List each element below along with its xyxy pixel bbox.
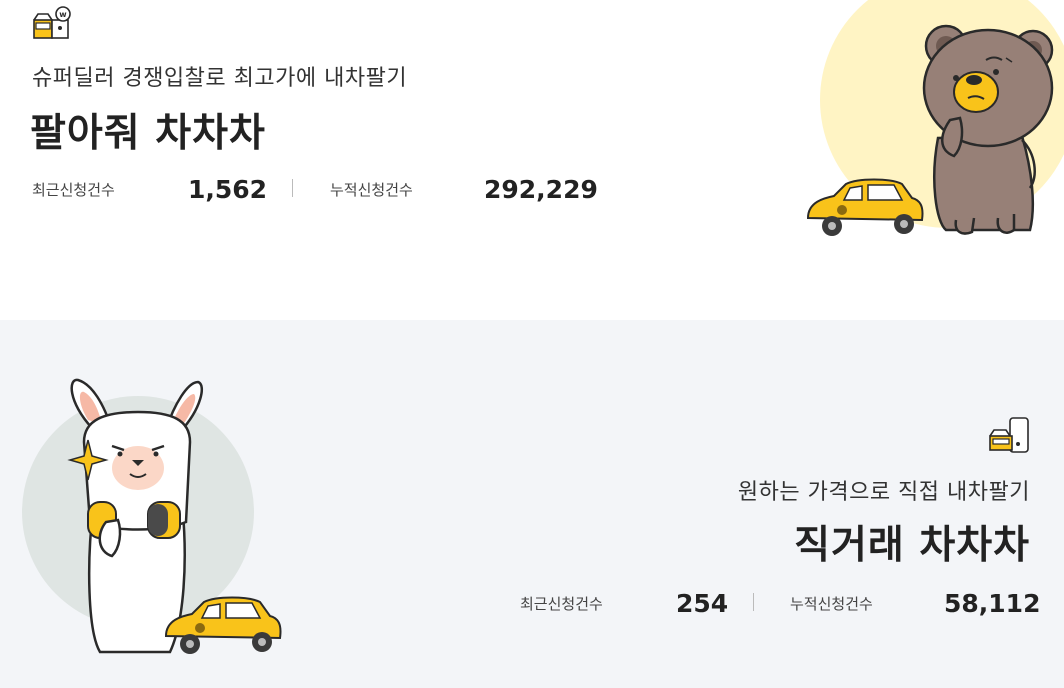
- total-requests-count: 58,112: [944, 589, 1041, 618]
- total-requests-label: 누적신청건수: [790, 595, 873, 613]
- car-auction-w-icon: w: [33, 6, 71, 39]
- stat-divider: [753, 593, 754, 611]
- direct-service-title: 직거래 차차차: [794, 523, 1030, 568]
- recent-requests-count: 1,562: [188, 175, 268, 204]
- sell-service-subtitle: 슈퍼딜러 경쟁입찰로 최고가에 내차팔기: [32, 66, 408, 91]
- bear-illustration: [806, 0, 1064, 236]
- recent-requests-label: 최근신청건수: [32, 181, 115, 199]
- svg-text:w: w: [59, 10, 67, 19]
- stat-divider: [292, 179, 293, 197]
- total-requests-label: 누적신청건수: [330, 181, 413, 199]
- sell-service-card[interactable]: w 슈퍼딜러 경쟁입찰로 최고가에 내차팔기 팔아줘 차차차 최근신청건수 1,…: [0, 0, 1064, 320]
- total-requests-count: 292,229: [484, 175, 598, 204]
- sell-service-title: 팔아줘 차차차: [30, 111, 266, 156]
- recent-requests-label: 최근신청건수: [520, 595, 603, 613]
- direct-service-subtitle: 원하는 가격으로 직접 내차팔기: [737, 480, 1030, 505]
- alpaca-illustration: [22, 378, 282, 654]
- car-phone-direct-icon: [989, 417, 1029, 453]
- direct-service-card[interactable]: 원하는 가격으로 직접 내차팔기 직거래 차차차 최근신청건수 254 누적신청…: [0, 320, 1064, 688]
- recent-requests-count: 254: [676, 589, 729, 618]
